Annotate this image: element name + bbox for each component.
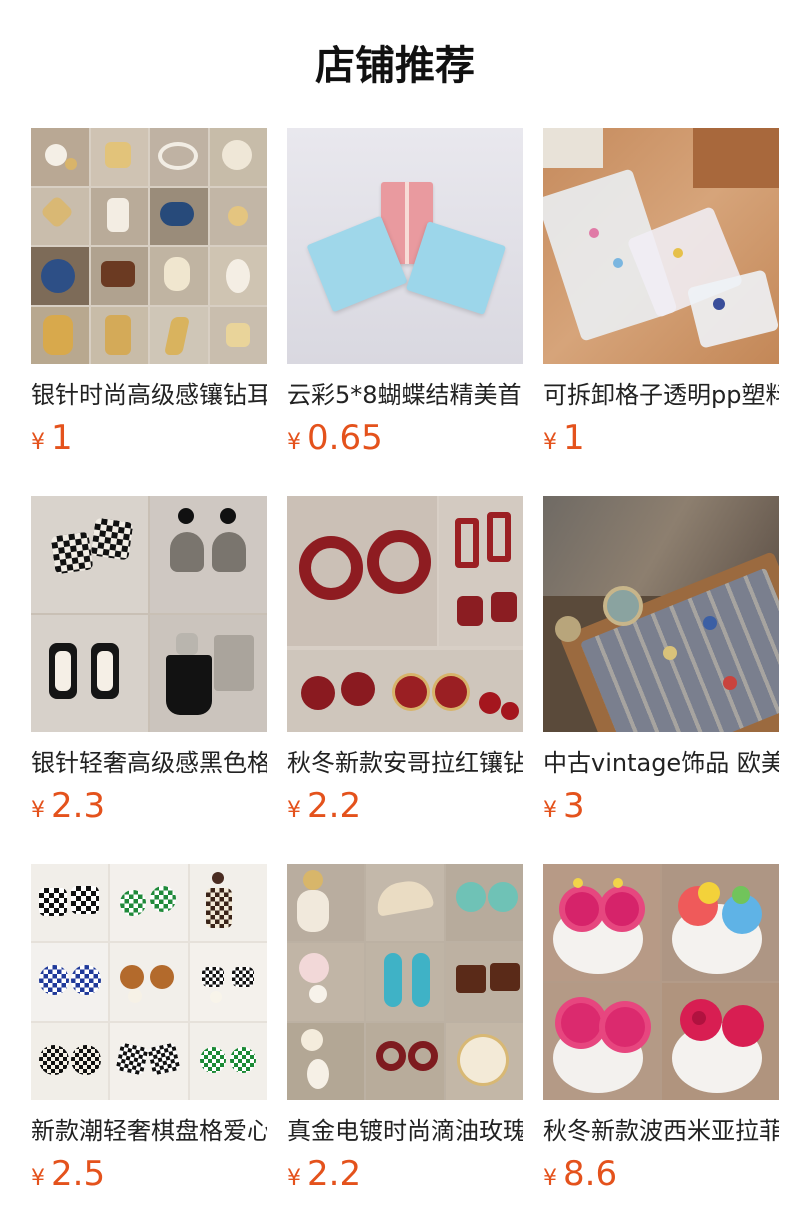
currency-symbol: ¥: [287, 430, 301, 455]
product-image[interactable]: [287, 128, 523, 364]
price-value: 0.65: [307, 418, 383, 458]
product-card[interactable]: 银针轻奢高级感黑色格 ¥2.3: [31, 496, 267, 864]
price-value: 1: [563, 418, 585, 458]
currency-symbol: ¥: [31, 1166, 45, 1191]
product-image[interactable]: [287, 496, 523, 732]
product-price: ¥2.2: [287, 786, 523, 826]
price-value: 3: [563, 786, 585, 826]
product-price: ¥0.65: [287, 418, 523, 458]
currency-symbol: ¥: [31, 430, 45, 455]
price-value: 8.6: [563, 1154, 618, 1194]
product-grid: 银针时尚高级感镶钻耳 ¥1 云彩5*8蝴蝶结精美首 ¥0.65 可拆卸格子透明p…: [31, 128, 779, 1232]
product-card[interactable]: 秋冬新款波西米亚拉菲 ¥8.6: [543, 864, 779, 1232]
product-price: ¥8.6: [543, 1154, 779, 1194]
currency-symbol: ¥: [543, 798, 557, 823]
product-name[interactable]: 银针轻奢高级感黑色格: [31, 746, 267, 780]
product-image[interactable]: [543, 128, 779, 364]
currency-symbol: ¥: [287, 1166, 301, 1191]
product-price: ¥1: [543, 418, 779, 458]
product-card[interactable]: 中古vintage饰品 欧美 ¥3: [543, 496, 779, 864]
product-price: ¥2.3: [31, 786, 267, 826]
product-image[interactable]: [287, 864, 523, 1100]
product-price: ¥2.5: [31, 1154, 267, 1194]
price-value: 1: [51, 418, 73, 458]
product-card[interactable]: 银针时尚高级感镶钻耳 ¥1: [31, 128, 267, 496]
product-card[interactable]: 新款潮轻奢棋盘格爱心 ¥2.5: [31, 864, 267, 1232]
product-name[interactable]: 新款潮轻奢棋盘格爱心: [31, 1114, 267, 1148]
price-value: 2.2: [307, 1154, 362, 1194]
shop-recommendation-page: 店铺推荐 银针时尚高级感镶钻耳 ¥ 1 云彩5*8蝴蝶结精美首 ¥ 0.65 可…: [0, 0, 790, 1232]
product-image[interactable]: [31, 496, 267, 732]
product-name[interactable]: 银针时尚高级感镶钻耳: [31, 378, 267, 412]
product-image[interactable]: [31, 864, 267, 1100]
product-price: ¥2.2: [287, 1154, 523, 1194]
product-image[interactable]: [31, 128, 267, 364]
currency-symbol: ¥: [543, 430, 557, 455]
product-image[interactable]: [543, 864, 779, 1100]
product-name[interactable]: 云彩5*8蝴蝶结精美首: [287, 378, 523, 412]
product-price: ¥1: [31, 418, 267, 458]
product-name[interactable]: 秋冬新款波西米亚拉菲: [543, 1114, 779, 1148]
product-name[interactable]: 真金电镀时尚滴油玫瑰: [287, 1114, 523, 1148]
product-card[interactable]: 可拆卸格子透明pp塑料 ¥1: [543, 128, 779, 496]
price-value: 2.3: [51, 786, 106, 826]
product-image[interactable]: [543, 496, 779, 732]
product-card[interactable]: 云彩5*8蝴蝶结精美首 ¥0.65: [287, 128, 523, 496]
product-price: ¥3: [543, 786, 779, 826]
product-name[interactable]: 可拆卸格子透明pp塑料: [543, 378, 779, 412]
price-value: 2.5: [51, 1154, 106, 1194]
product-name[interactable]: 秋冬新款安哥拉红镶钻: [287, 746, 523, 780]
product-name[interactable]: 中古vintage饰品 欧美: [543, 746, 779, 780]
currency-symbol: ¥: [31, 798, 45, 823]
page-title: 店铺推荐: [315, 43, 475, 89]
product-card[interactable]: 秋冬新款安哥拉红镶钻 ¥2.2: [287, 496, 523, 864]
currency-symbol: ¥: [287, 798, 301, 823]
currency-symbol: ¥: [543, 1166, 557, 1191]
product-card[interactable]: 真金电镀时尚滴油玫瑰 ¥2.2: [287, 864, 523, 1232]
price-value: 2.2: [307, 786, 362, 826]
